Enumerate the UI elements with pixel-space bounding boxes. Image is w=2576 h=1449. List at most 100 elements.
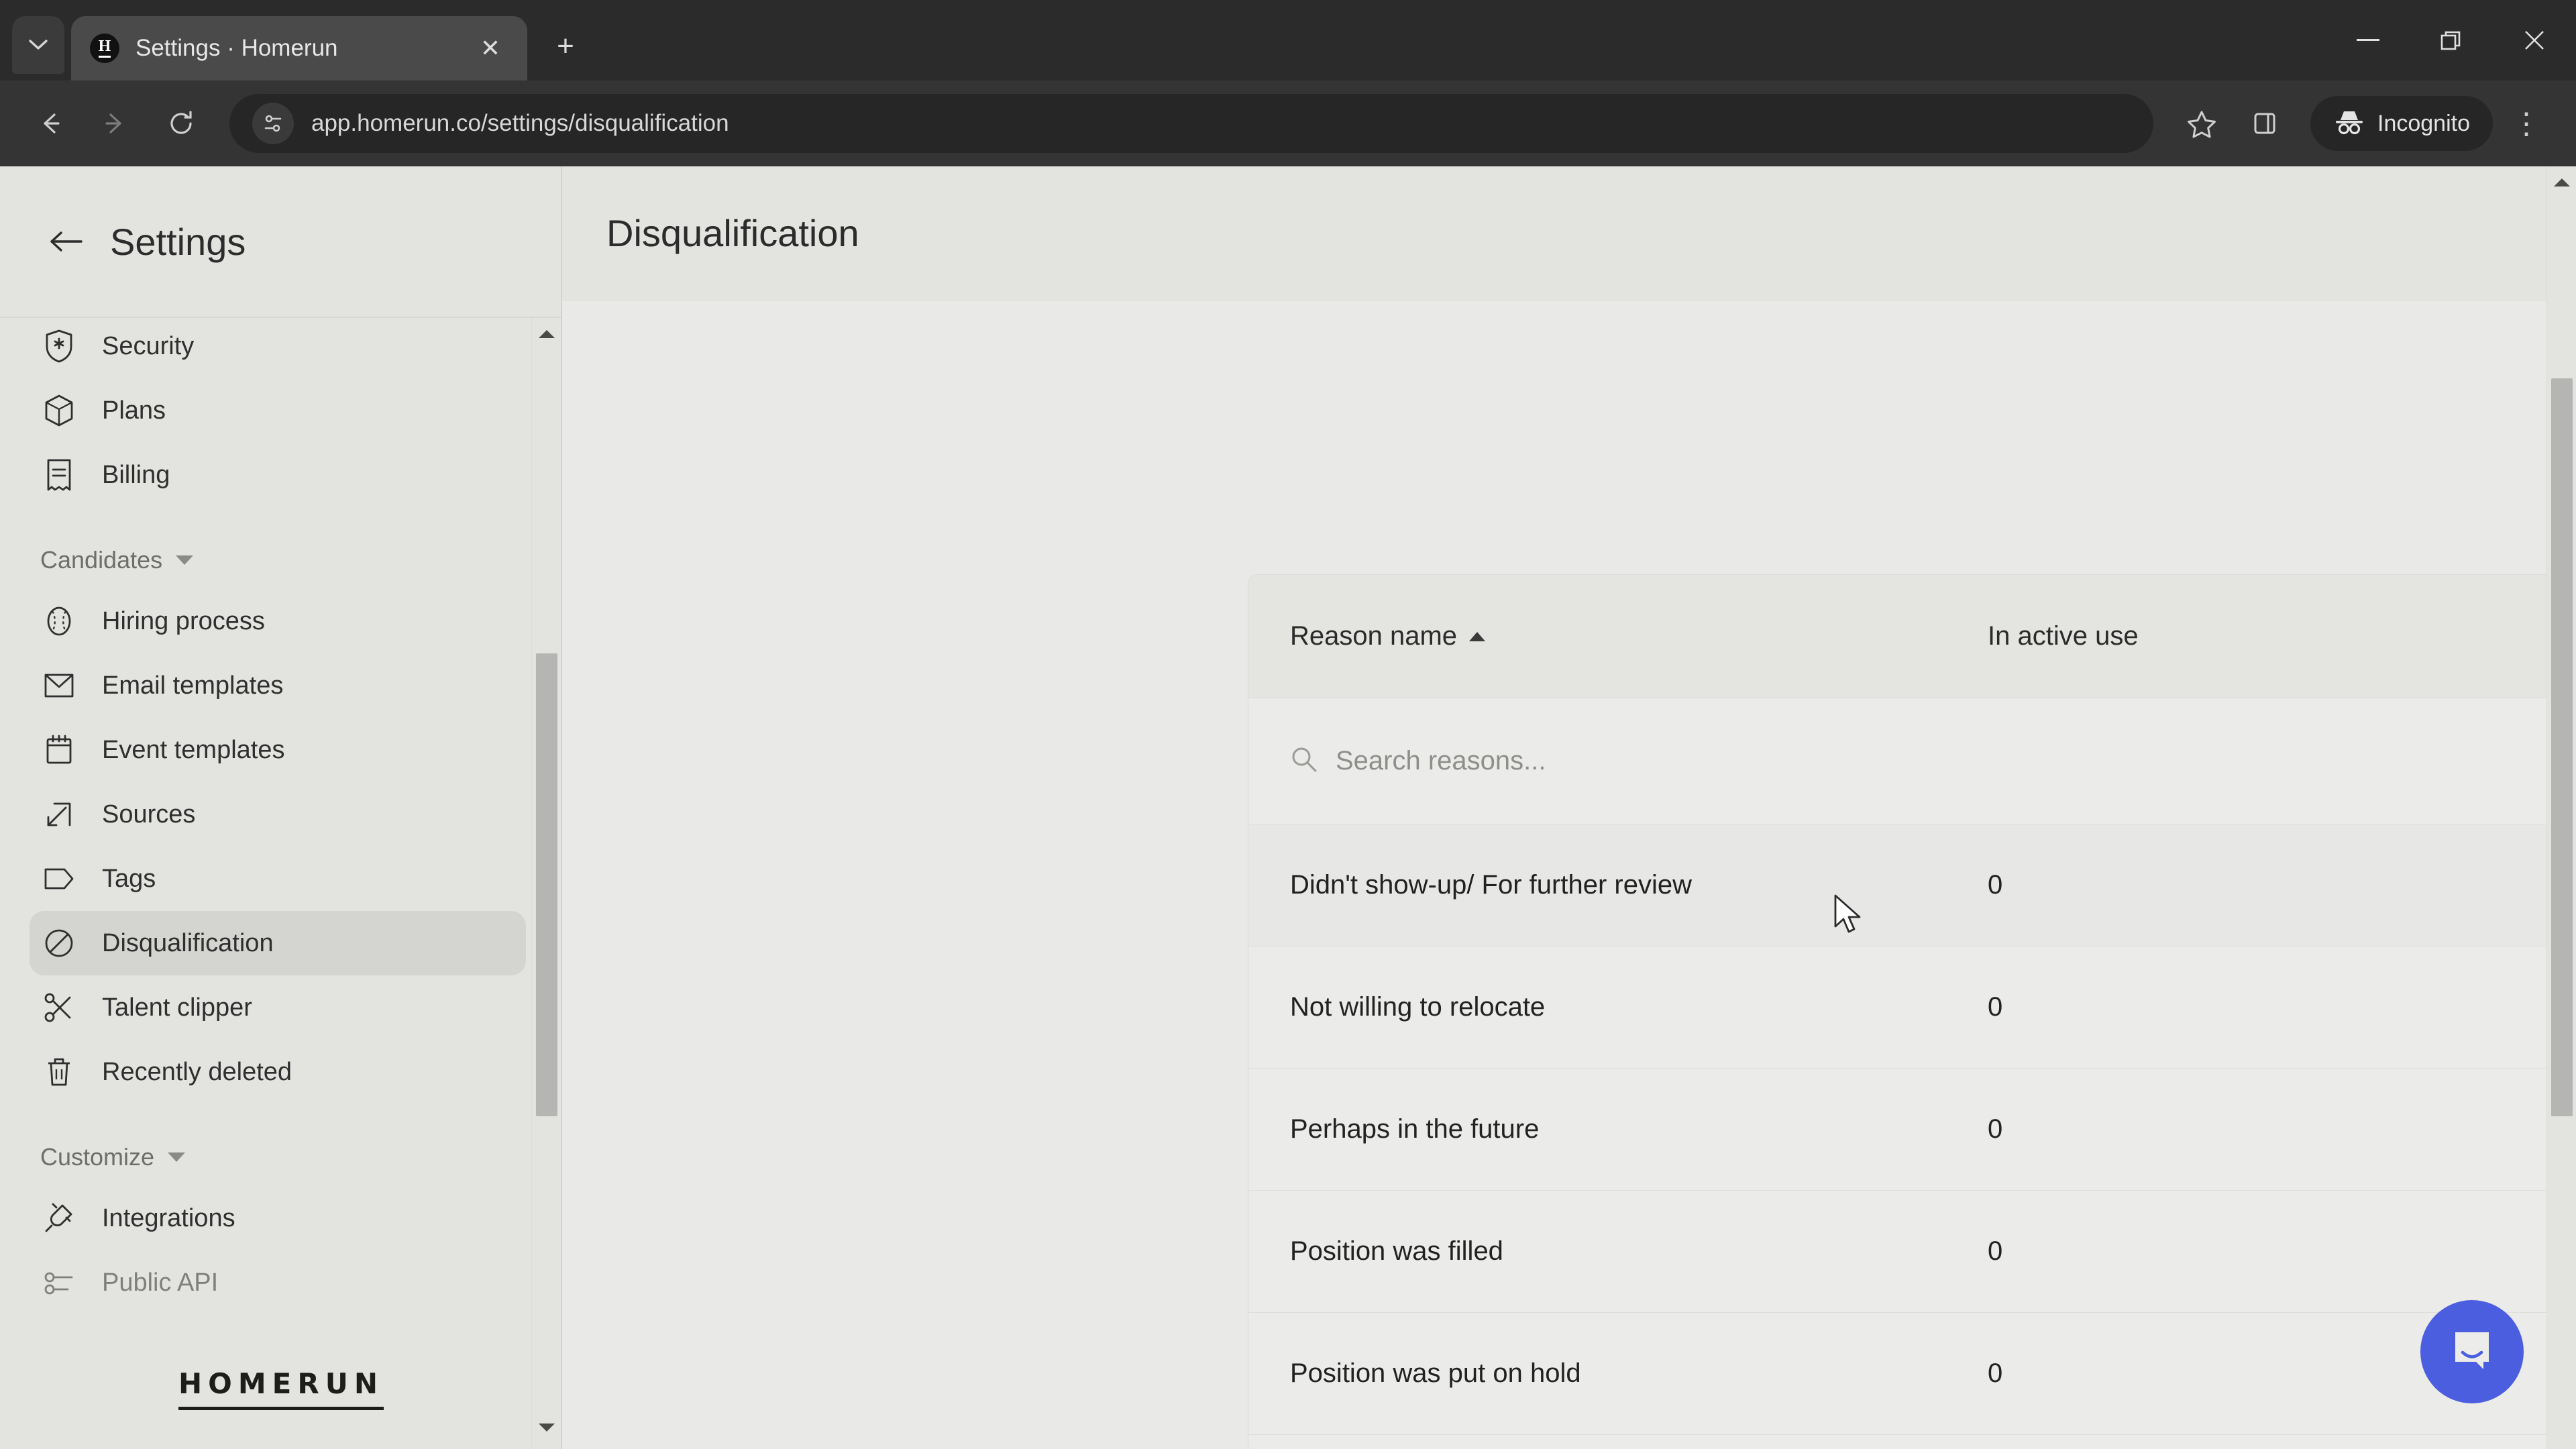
back-button[interactable]: [20, 94, 79, 153]
favicon-homerun: H: [90, 34, 119, 63]
cell-reason-name: Perhaps in the future: [1290, 1114, 1540, 1144]
bookmark-star-icon[interactable]: [2172, 94, 2231, 153]
cell-reason-name: Not willing to relocate: [1290, 992, 1546, 1022]
tab-close-icon[interactable]: ✕: [472, 30, 508, 66]
settings-sidebar: Settings Security Plans Billing Candidat…: [0, 166, 562, 1449]
sort-ascending-icon: [1469, 631, 1486, 641]
calendar-icon: [40, 731, 78, 769]
sidebar-item-event-templates[interactable]: Event templates: [30, 718, 526, 782]
address-bar[interactable]: app.homerun.co/settings/disqualification: [229, 94, 2153, 153]
sidebar-scroll-down-arrow[interactable]: [532, 1411, 561, 1444]
cell-reason-name: Didn't show-up/ For further review: [1290, 870, 1692, 900]
api-key-icon: [40, 1264, 78, 1301]
column-header-in-active-use[interactable]: In active use: [1988, 621, 2139, 651]
sidebar-item-label: Sources: [102, 800, 196, 828]
page-scroll-up-arrow[interactable]: [2547, 166, 2576, 199]
sidebar-item-security[interactable]: Security: [30, 318, 526, 378]
sidebar-group-label: Candidates: [40, 546, 163, 574]
window-minimize-button[interactable]: [2326, 0, 2410, 80]
window-maximize-button[interactable]: [2410, 0, 2493, 80]
sidebar-item-label: Plans: [102, 396, 166, 425]
no-entry-icon: [40, 924, 78, 962]
arrow-out-box-icon: [40, 796, 78, 833]
search-input[interactable]: Search reasons...: [1336, 746, 1546, 776]
sidebar-scroll-up-arrow[interactable]: [532, 318, 561, 350]
page-title: Disqualification: [606, 212, 859, 254]
sidebar-scrollbar[interactable]: [531, 318, 561, 1449]
sidebar-scroll-area: Security Plans Billing Candidates Hiring…: [0, 318, 561, 1449]
chevron-down-icon: [168, 1152, 186, 1162]
page-scrollbar[interactable]: [2546, 166, 2576, 1449]
cell-in-active-use: 0: [1988, 1236, 2003, 1266]
sidebar-group-customize[interactable]: Customize: [40, 1143, 561, 1171]
sidebar-scrollbar-thumb[interactable]: [536, 653, 557, 1116]
main-panel: Disqualification Add new reason Reason n…: [562, 166, 2576, 1449]
tab-title: Settings · Homerun: [136, 35, 338, 61]
sidebar-item-label: Disqualification: [102, 928, 274, 957]
table-row[interactable]: Didn't show-up/ For further review 0: [1248, 824, 2576, 947]
cell-reason-name: Position was put on hold: [1290, 1358, 1581, 1388]
sidebar-item-label: Security: [102, 331, 195, 360]
sidebar-item-disqualification[interactable]: Disqualification: [30, 911, 526, 975]
sidebar-item-plans[interactable]: Plans: [30, 378, 526, 443]
envelope-icon: [40, 667, 78, 704]
table-row[interactable]: Position was put on hold 0 •••: [1248, 1313, 2576, 1435]
new-tab-button[interactable]: +: [542, 23, 589, 70]
reasons-table: Reason name In active use Search reasons…: [1248, 574, 2576, 1449]
intercom-chat-button[interactable]: [2420, 1300, 2524, 1403]
sidebar-item-public-api[interactable]: Public API: [30, 1250, 526, 1315]
table-row[interactable]: Not willing to relocate 0 •••: [1248, 947, 2576, 1069]
browser-tab[interactable]: H Settings · Homerun ✕: [71, 16, 527, 80]
tab-search-chevron-down-icon[interactable]: [12, 16, 64, 74]
browser-toolbar: app.homerun.co/settings/disqualification: [0, 80, 2576, 166]
incognito-hat-icon: [2333, 109, 2365, 139]
cell-in-active-use: 0: [1988, 1114, 2003, 1144]
window-close-button[interactable]: [2493, 0, 2576, 80]
sidebar-item-label: Recently deleted: [102, 1057, 292, 1086]
sidebar-item-talent-clipper[interactable]: Talent clipper: [30, 975, 526, 1040]
sidebar-title: Settings: [110, 220, 246, 263]
receipt-icon: [40, 456, 78, 494]
browser-menu-icon[interactable]: ⋮: [2497, 94, 2556, 153]
sidebar-item-label: Tags: [102, 864, 156, 893]
table-row[interactable]: Position was filled 0 •••: [1248, 1191, 2576, 1313]
site-settings-icon[interactable]: [252, 103, 294, 144]
side-panel-icon[interactable]: [2235, 94, 2294, 153]
sidebar-item-integrations[interactable]: Integrations: [30, 1186, 526, 1250]
sidebar-item-sources[interactable]: Sources: [30, 782, 526, 847]
chevron-down-icon: [176, 555, 194, 565]
sidebar-item-label: Billing: [102, 460, 170, 489]
sidebar-item-label: Event templates: [102, 735, 285, 764]
sidebar-item-label: Email templates: [102, 671, 284, 700]
page-header: Disqualification: [562, 166, 2576, 301]
shield-star-icon: [40, 327, 78, 365]
incognito-indicator[interactable]: Incognito: [2310, 96, 2493, 151]
column-header-reason-name[interactable]: Reason name: [1290, 621, 1988, 651]
window-controls: [2326, 0, 2576, 80]
tab-strip: H Settings · Homerun ✕ +: [0, 0, 2576, 80]
sidebar-item-recently-deleted[interactable]: Recently deleted: [30, 1040, 526, 1104]
sidebar-item-hiring-process[interactable]: Hiring process: [30, 589, 526, 653]
search-icon: [1290, 745, 1318, 777]
box-icon: [40, 392, 78, 429]
sidebar-item-billing[interactable]: Billing: [30, 443, 526, 507]
chat-bubble-icon: [2446, 1324, 2498, 1380]
search-reasons-row[interactable]: Search reasons...: [1248, 698, 2576, 824]
reload-button[interactable]: [152, 94, 211, 153]
sidebar-item-email-templates[interactable]: Email templates: [30, 653, 526, 718]
sidebar-group-label: Customize: [40, 1143, 155, 1171]
plug-icon: [40, 1199, 78, 1237]
url-text: app.homerun.co/settings/disqualification: [311, 110, 729, 136]
arrow-left-icon[interactable]: [46, 221, 87, 262]
app-content: Settings Security Plans Billing Candidat…: [0, 166, 2576, 1449]
forward-button[interactable]: [86, 94, 145, 153]
page-scrollbar-thumb[interactable]: [2551, 378, 2573, 1116]
table-row[interactable]: Perhaps in the future 0 •••: [1248, 1069, 2576, 1191]
table-row[interactable]: Salary expectation too high 0 •••: [1248, 1435, 2576, 1449]
browser-window: H Settings · Homerun ✕ + app.homerun.co/…: [0, 0, 2576, 1449]
sidebar-group-candidates[interactable]: Candidates: [40, 546, 561, 574]
sidebar-item-tags[interactable]: Tags: [30, 847, 526, 911]
cell-reason-name: Position was filled: [1290, 1236, 1503, 1266]
cell-in-active-use: 0: [1988, 992, 2003, 1022]
homerun-logo: HOMERUN: [0, 1367, 562, 1410]
